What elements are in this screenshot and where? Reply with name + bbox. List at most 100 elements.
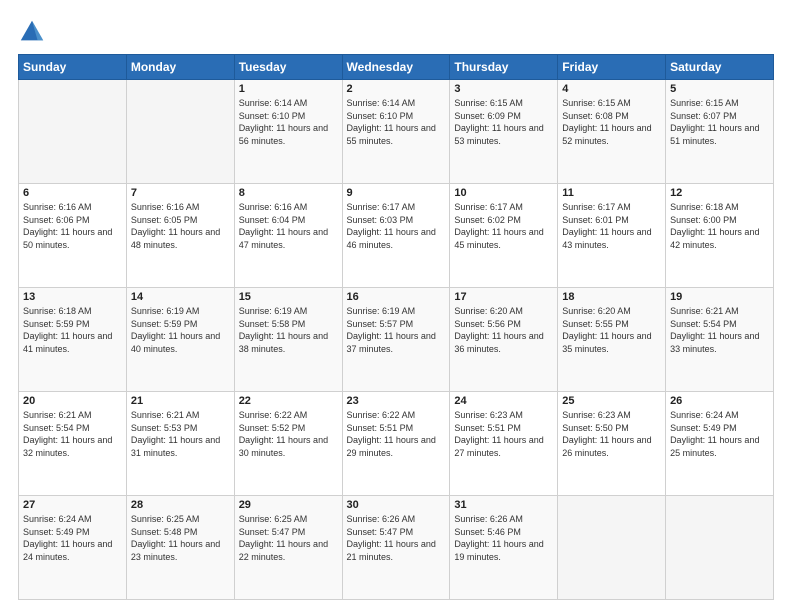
day-number: 20 [23, 395, 122, 407]
day-number: 11 [562, 187, 661, 199]
day-info: Sunrise: 6:21 AM Sunset: 5:54 PM Dayligh… [670, 305, 769, 355]
day-number: 22 [239, 395, 338, 407]
weekday-header: Friday [558, 55, 666, 80]
calendar-table: SundayMondayTuesdayWednesdayThursdayFrid… [18, 54, 774, 600]
day-info: Sunrise: 6:19 AM Sunset: 5:57 PM Dayligh… [347, 305, 446, 355]
calendar-cell: 14Sunrise: 6:19 AM Sunset: 5:59 PM Dayli… [126, 288, 234, 392]
day-number: 3 [454, 83, 553, 95]
calendar-week-row: 27 Sunrise: 6:24 AM Sunset: 5:49 PM Dayli… [19, 496, 774, 600]
day-info: Sunrise: 6:22 AM Sunset: 5:51 PM Dayligh… [347, 409, 446, 459]
calendar-cell: 31 Sunrise: 6:26 AM Sunset: 5:46 PM Dayli… [450, 496, 558, 600]
weekday-header: Wednesday [342, 55, 450, 80]
calendar-week-row: 6 Sunrise: 6:16 AM Sunset: 6:06 PM Daylig… [19, 184, 774, 288]
weekday-header: Saturday [666, 55, 774, 80]
calendar-cell: 4Sunrise: 6:15 AM Sunset: 6:08 PM Daylig… [558, 80, 666, 184]
calendar-cell: 19 Sunrise: 6:21 AM Sunset: 5:54 PM Dayli… [666, 288, 774, 392]
calendar-cell: 30 Sunrise: 6:26 AM Sunset: 5:47 PM Dayli… [342, 496, 450, 600]
day-info: Sunrise: 6:26 AM Sunset: 5:47 PM Dayligh… [347, 513, 446, 563]
day-number: 7 [131, 187, 230, 199]
day-info: Sunrise: 6:21 AM Sunset: 5:54 PM Dayligh… [23, 409, 122, 459]
calendar-cell: 26 Sunrise: 6:24 AM Sunset: 5:49 PM Dayli… [666, 392, 774, 496]
day-info: Sunrise: 6:24 AM Sunset: 5:49 PM Dayligh… [670, 409, 769, 459]
calendar-cell: 6 Sunrise: 6:16 AM Sunset: 6:06 PM Daylig… [19, 184, 127, 288]
calendar-cell: 10 Sunrise: 6:17 AM Sunset: 6:02 PM Dayli… [450, 184, 558, 288]
day-info: Sunrise: 6:18 AM Sunset: 6:00 PM Dayligh… [670, 201, 769, 251]
day-number: 5 [670, 83, 769, 95]
day-info: Sunrise: 6:15 AM Sunset: 6:09 PM Dayligh… [454, 97, 553, 147]
day-info: Sunrise: 6:14 AM Sunset: 6:10 PM Dayligh… [347, 97, 446, 147]
calendar-cell: 13 Sunrise: 6:18 AM Sunset: 5:59 PM Dayli… [19, 288, 127, 392]
calendar-cell: 16 Sunrise: 6:19 AM Sunset: 5:57 PM Dayli… [342, 288, 450, 392]
day-number: 10 [454, 187, 553, 199]
day-number: 26 [670, 395, 769, 407]
day-info: Sunrise: 6:16 AM Sunset: 6:05 PM Dayligh… [131, 201, 230, 251]
day-info: Sunrise: 6:16 AM Sunset: 6:04 PM Dayligh… [239, 201, 338, 251]
calendar-cell: 27 Sunrise: 6:24 AM Sunset: 5:49 PM Dayli… [19, 496, 127, 600]
calendar-cell: 1 Sunrise: 6:14 AM Sunset: 6:10 PM Daylig… [234, 80, 342, 184]
day-info: Sunrise: 6:16 AM Sunset: 6:06 PM Dayligh… [23, 201, 122, 251]
calendar-cell: 11 Sunrise: 6:17 AM Sunset: 6:01 PM Dayli… [558, 184, 666, 288]
day-info: Sunrise: 6:21 AM Sunset: 5:53 PM Dayligh… [131, 409, 230, 459]
day-number: 17 [454, 291, 553, 303]
calendar-cell: 7 Sunrise: 6:16 AM Sunset: 6:05 PM Daylig… [126, 184, 234, 288]
calendar-cell: 12 Sunrise: 6:18 AM Sunset: 6:00 PM Dayli… [666, 184, 774, 288]
calendar-cell: 3 Sunrise: 6:15 AM Sunset: 6:09 PM Daylig… [450, 80, 558, 184]
day-info: Sunrise: 6:20 AM Sunset: 5:56 PM Dayligh… [454, 305, 553, 355]
day-info: Sunrise: 6:19 AM Sunset: 5:58 PM Dayligh… [239, 305, 338, 355]
weekday-header: Thursday [450, 55, 558, 80]
calendar-week-row: 20 Sunrise: 6:21 AM Sunset: 5:54 PM Dayli… [19, 392, 774, 496]
calendar-cell: 21 Sunrise: 6:21 AM Sunset: 5:53 PM Dayli… [126, 392, 234, 496]
day-number: 29 [239, 499, 338, 511]
day-info: Sunrise: 6:14 AM Sunset: 6:10 PM Dayligh… [239, 97, 338, 147]
day-number: 21 [131, 395, 230, 407]
weekday-header: Tuesday [234, 55, 342, 80]
calendar-header-row: SundayMondayTuesdayWednesdayThursdayFrid… [19, 55, 774, 80]
logo [18, 18, 50, 46]
day-info: Sunrise: 6:25 AM Sunset: 5:48 PM Dayligh… [131, 513, 230, 563]
day-number: 27 [23, 499, 122, 511]
calendar-cell [126, 80, 234, 184]
day-number: 16 [347, 291, 446, 303]
day-number: 28 [131, 499, 230, 511]
page: SundayMondayTuesdayWednesdayThursdayFrid… [0, 0, 792, 612]
day-number: 19 [670, 291, 769, 303]
calendar-cell: 9Sunrise: 6:17 AM Sunset: 6:03 PM Daylig… [342, 184, 450, 288]
day-number: 25 [562, 395, 661, 407]
day-number: 1 [239, 83, 338, 95]
weekday-header: Monday [126, 55, 234, 80]
day-info: Sunrise: 6:15 AM Sunset: 6:08 PM Dayligh… [562, 97, 661, 147]
day-number: 6 [23, 187, 122, 199]
day-info: Sunrise: 6:24 AM Sunset: 5:49 PM Dayligh… [23, 513, 122, 563]
header [18, 18, 774, 46]
day-number: 9 [347, 187, 446, 199]
day-number: 18 [562, 291, 661, 303]
day-info: Sunrise: 6:17 AM Sunset: 6:01 PM Dayligh… [562, 201, 661, 251]
calendar-cell: 29 Sunrise: 6:25 AM Sunset: 5:47 PM Dayli… [234, 496, 342, 600]
calendar-cell [19, 80, 127, 184]
day-info: Sunrise: 6:22 AM Sunset: 5:52 PM Dayligh… [239, 409, 338, 459]
day-info: Sunrise: 6:26 AM Sunset: 5:46 PM Dayligh… [454, 513, 553, 563]
day-info: Sunrise: 6:19 AM Sunset: 5:59 PM Dayligh… [131, 305, 230, 355]
calendar-cell: 20 Sunrise: 6:21 AM Sunset: 5:54 PM Dayli… [19, 392, 127, 496]
day-number: 15 [239, 291, 338, 303]
day-info: Sunrise: 6:18 AM Sunset: 5:59 PM Dayligh… [23, 305, 122, 355]
day-info: Sunrise: 6:23 AM Sunset: 5:50 PM Dayligh… [562, 409, 661, 459]
day-info: Sunrise: 6:25 AM Sunset: 5:47 PM Dayligh… [239, 513, 338, 563]
calendar-cell: 28 Sunrise: 6:25 AM Sunset: 5:48 PM Dayli… [126, 496, 234, 600]
logo-icon [18, 18, 46, 46]
day-number: 23 [347, 395, 446, 407]
calendar-cell: 24Sunrise: 6:23 AM Sunset: 5:51 PM Dayli… [450, 392, 558, 496]
calendar-cell: 8Sunrise: 6:16 AM Sunset: 6:04 PM Daylig… [234, 184, 342, 288]
day-number: 30 [347, 499, 446, 511]
calendar-week-row: 1 Sunrise: 6:14 AM Sunset: 6:10 PM Daylig… [19, 80, 774, 184]
calendar-cell: 17 Sunrise: 6:20 AM Sunset: 5:56 PM Dayli… [450, 288, 558, 392]
calendar-cell [666, 496, 774, 600]
calendar-cell: 2Sunrise: 6:14 AM Sunset: 6:10 PM Daylig… [342, 80, 450, 184]
day-number: 31 [454, 499, 553, 511]
day-info: Sunrise: 6:17 AM Sunset: 6:02 PM Dayligh… [454, 201, 553, 251]
day-info: Sunrise: 6:23 AM Sunset: 5:51 PM Dayligh… [454, 409, 553, 459]
calendar-cell: 18Sunrise: 6:20 AM Sunset: 5:55 PM Dayli… [558, 288, 666, 392]
calendar-week-row: 13 Sunrise: 6:18 AM Sunset: 5:59 PM Dayli… [19, 288, 774, 392]
day-number: 13 [23, 291, 122, 303]
day-number: 12 [670, 187, 769, 199]
